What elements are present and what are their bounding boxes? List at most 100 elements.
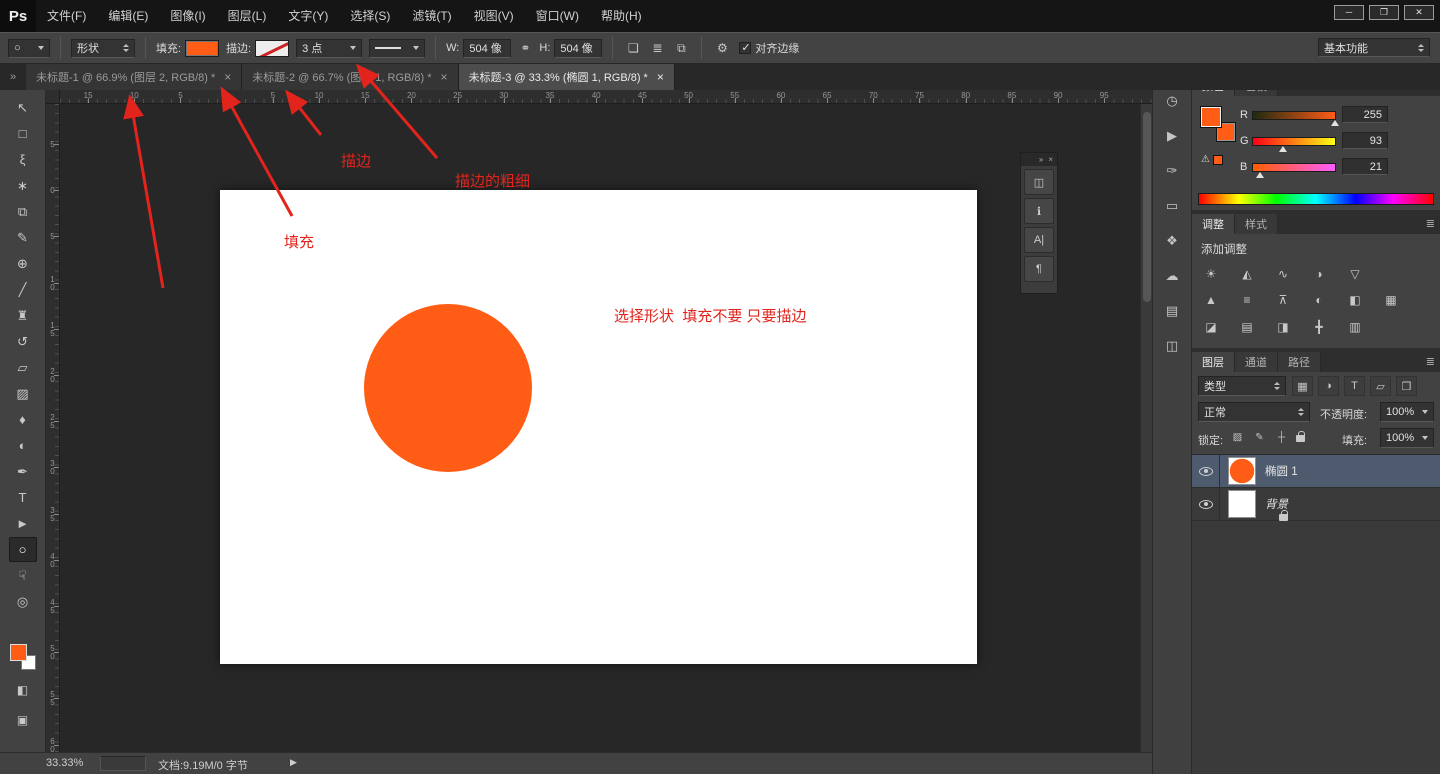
screen-mode-icon[interactable]: ▣ [9,709,37,731]
fill-color-swatch[interactable] [185,40,219,57]
stroke-width-dropdown[interactable]: 3 点 [296,39,362,58]
layer-row-background[interactable]: 背景 [1192,488,1440,521]
posterize-icon[interactable]: ▤ [1235,317,1259,336]
panel-menu-icon[interactable]: ≣ [1426,355,1435,368]
curves-icon[interactable]: ∿ [1271,264,1295,283]
filter-type-layers-icon[interactable]: T [1344,376,1365,396]
gradient-tool[interactable]: ▨ [9,381,37,406]
color-balance-icon[interactable]: ≡ [1235,290,1259,309]
menubar-item[interactable]: 编辑(E) [97,0,159,32]
slider-handle-icon[interactable] [1279,146,1287,152]
panel-tab[interactable]: 样式 [1235,214,1278,234]
document-canvas[interactable] [220,190,977,664]
lasso-tool[interactable]: ξ [9,147,37,172]
photo-filter-icon[interactable]: ◐ [1307,290,1331,309]
eyedropper-tool[interactable]: ✎ [9,225,37,250]
brightness-contrast-icon[interactable]: ☀ [1199,264,1223,283]
tool-preset-picker[interactable]: ○ [8,39,50,58]
visibility-toggle[interactable] [1192,488,1220,520]
filter-smart-objects-icon[interactable]: ❐ [1396,376,1417,396]
exposure-icon[interactable]: ◑ [1307,264,1331,283]
document-tab[interactable]: 未标题-3 @ 33.3% (椭圆 1, RGB/8) * × [459,64,675,90]
vertical-ruler[interactable]: 5051015202530354045505560 [46,104,60,752]
gradient-map-icon[interactable]: ▥ [1343,317,1367,336]
lock-position-icon[interactable]: ┼ [1274,430,1289,446]
crop-tool[interactable]: ⧉ [9,199,37,224]
fill-dropdown[interactable]: 100% [1380,428,1434,448]
history-brush-tool[interactable]: ↺ [9,329,37,354]
expand-panel-icon[interactable]: » [1039,155,1043,164]
healing-brush-tool[interactable]: ⊕ [9,251,37,276]
levels-icon[interactable]: ◭ [1235,264,1259,283]
channel-value-input[interactable]: 255 [1342,106,1388,123]
slider-handle-icon[interactable] [1256,172,1264,178]
layer-row-ellipse[interactable]: 椭圆 1 [1192,455,1440,488]
path-arrange-icon[interactable]: ⧉ [671,38,691,58]
info-panel-icon[interactable]: ℹ [1024,198,1054,224]
type-tool[interactable]: T [9,485,37,510]
menubar-item[interactable]: 窗口(W) [525,0,590,32]
tool-mode-dropdown[interactable]: 形状 [71,39,135,58]
document-tab[interactable]: 未标题-1 @ 66.9% (图层 2, RGB/8) * × [26,64,242,90]
blend-mode-dropdown[interactable]: 正常 [1198,402,1310,422]
lock-pixels-icon[interactable]: ✎ [1252,430,1267,446]
properties-panel-icon[interactable]: ◫ [1024,169,1054,195]
channel-value-input[interactable]: 93 [1342,132,1388,149]
filter-shape-layers-icon[interactable]: ▱ [1370,376,1391,396]
shape-width-input[interactable]: 504 像 [463,39,511,58]
maximize-button[interactable]: ❐ [1369,5,1399,20]
layer-name[interactable]: 椭圆 1 [1265,463,1298,479]
clouds-panel-icon[interactable]: ☁ [1160,265,1184,287]
channel-value-input[interactable]: 21 [1342,158,1388,175]
vertical-scrollbar[interactable] [1140,104,1152,752]
quick-mask-icon[interactable]: ◧ [9,679,37,701]
hue-saturation-icon[interactable]: ▲ [1199,290,1223,309]
shape-height-input[interactable]: 504 像 [554,39,602,58]
tab-close-icon[interactable]: × [441,70,448,84]
visibility-toggle[interactable] [1192,455,1220,487]
path-alignment-icon[interactable]: ≣ [647,38,667,58]
collapse-panel-icon[interactable]: » [0,64,26,90]
layer-thumbnail[interactable] [1228,457,1256,485]
path-selection-tool[interactable]: ► [9,511,37,536]
document-tab[interactable]: 未标题-2 @ 66.7% (图层 1, RGB/8) * × [242,64,458,90]
dodge-tool[interactable]: ◐ [9,433,37,458]
panel-tab[interactable]: 路径 [1278,352,1321,372]
layer-filter-dropdown[interactable]: 类型 [1198,376,1286,396]
stroke-color-swatch[interactable] [255,40,289,57]
channel-mixer-icon[interactable]: ◧ [1343,290,1367,309]
ellipse-shape[interactable] [364,304,532,472]
ruler-corner[interactable] [46,90,60,104]
status-field[interactable] [100,756,146,771]
notes-panel-icon[interactable]: ▤ [1160,300,1184,322]
eraser-tool[interactable]: ▱ [9,355,37,380]
selective-color-icon[interactable]: ╋ [1307,317,1331,336]
minimize-button[interactable]: ─ [1334,5,1364,20]
menubar-item[interactable]: 选择(S) [339,0,401,32]
stroke-style-dropdown[interactable] [369,39,425,58]
panel-tab[interactable]: 调整 [1192,214,1235,234]
paragraph-panel-icon[interactable]: ¶ [1024,256,1054,282]
zoom-level[interactable]: 33.33% [46,757,83,769]
color-lookup-icon[interactable]: ▦ [1379,290,1403,309]
menubar-item[interactable]: 文字(Y) [277,0,339,32]
channel-slider[interactable] [1252,163,1336,172]
channel-slider[interactable] [1252,137,1336,146]
character-styles-panel-icon[interactable]: ◫ [1160,335,1184,357]
hand-tool[interactable]: ☟ [9,563,37,588]
quick-selection-tool[interactable]: ∗ [9,173,37,198]
character-panel-icon[interactable]: A| [1024,227,1054,253]
panel-tab[interactable]: 通道 [1235,352,1278,372]
path-operations-icon[interactable]: ❏ [623,38,643,58]
horizontal-ruler[interactable]: 1510505101520253035404550556065707580859… [60,90,1152,104]
blur-tool[interactable]: ♦ [9,407,37,432]
panel-tab[interactable]: 图层 [1192,352,1235,372]
zoom-tool[interactable]: ◎ [9,589,37,614]
workspace-switcher[interactable]: 基本功能 [1318,38,1430,57]
move-tool[interactable]: ↖ [9,95,37,120]
styles-panel-icon[interactable]: ❖ [1160,230,1184,252]
close-panel-icon[interactable]: × [1048,155,1053,164]
black-white-icon[interactable]: ⊼ [1271,290,1295,309]
actions-panel-icon[interactable]: ▶ [1160,125,1184,147]
opacity-dropdown[interactable]: 100% [1380,402,1434,422]
